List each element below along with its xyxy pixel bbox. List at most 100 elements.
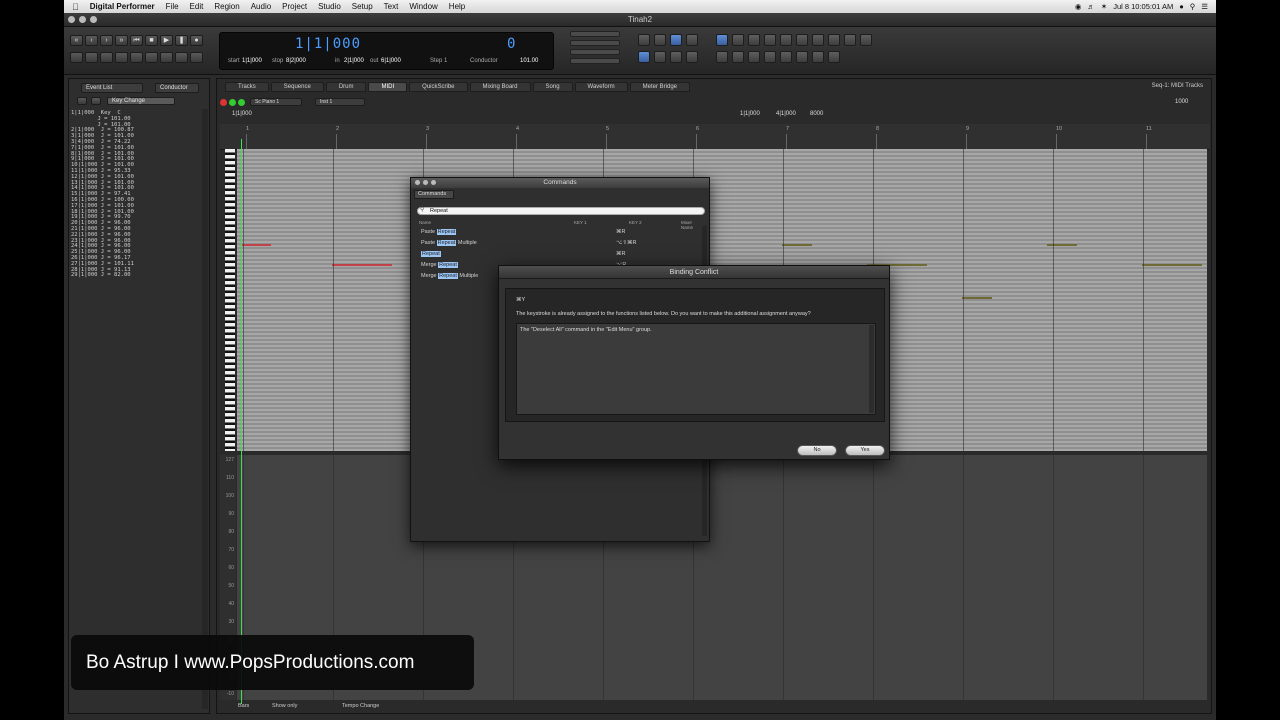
loop-icon[interactable] [686,34,698,46]
midi-note[interactable] [1142,264,1202,266]
tool-d-button[interactable] [115,52,128,63]
edit-mid2[interactable]: 4|1|000 [776,111,796,117]
record-enable-icon[interactable] [220,99,227,106]
lock-tool-icon[interactable] [716,51,728,63]
wave-icon[interactable] [686,51,698,63]
reshape-tool-icon[interactable] [812,34,824,46]
bottom-bars[interactable]: Bars [238,703,249,709]
bars-tool-icon[interactable] [748,51,760,63]
bluetooth-icon[interactable]: ✶ [1101,2,1107,11]
stop-button[interactable]: ■ [145,35,158,46]
command-key[interactable]: ⌘R [616,229,625,235]
command-row[interactable]: Repeat [421,250,441,259]
conflict-detail-box[interactable]: The "Deselect All" command in the "Edit … [516,323,876,415]
grid-icon[interactable] [654,51,666,63]
midi-note[interactable] [782,244,812,246]
midi-note[interactable] [962,297,992,299]
pointer-tool-icon[interactable] [716,34,728,46]
midi-note[interactable] [1047,244,1077,246]
menu-window[interactable]: Window [409,2,437,11]
event-list-scrollbar[interactable] [202,109,208,709]
header-key1[interactable]: KEY 1 [574,220,587,225]
tab-waveform[interactable]: Waveform [574,82,628,92]
user-icon[interactable]: ● [1179,2,1184,11]
menu-region[interactable]: Region [214,2,239,11]
mixer-tool-icon[interactable] [764,51,776,63]
mute-tool-icon[interactable] [764,34,776,46]
commands-tab[interactable]: Commands [414,190,454,199]
tab-midi[interactable]: MIDI [368,82,408,92]
tool-b-button[interactable] [85,52,98,63]
midi-note[interactable] [332,264,392,266]
edit-mid1[interactable]: 1|1|000 [740,111,760,117]
midi-note[interactable] [241,244,271,246]
tool-e-button[interactable] [130,52,143,63]
play-enable-icon[interactable] [229,99,236,106]
command-key[interactable]: ⌘R [616,251,625,257]
header-mixer-name[interactable]: Mixer Name [681,220,704,230]
zoom-tool-icon[interactable] [780,34,792,46]
detail-scrollbar[interactable] [869,325,874,413]
cmd-zoom-icon[interactable] [431,180,436,185]
record-button[interactable]: ● [190,35,203,46]
menu-project[interactable]: Project [282,2,307,11]
apple-icon[interactable]:  [72,2,79,12]
tab-quickscribe[interactable]: QuickScribe [409,82,468,92]
selector-3[interactable] [570,49,620,55]
volume-icon[interactable]: ♬ [1087,2,1095,11]
edit-start[interactable]: 1|1|000 [232,111,252,117]
spotlight-icon[interactable]: ⚲ [1190,2,1196,11]
trim-tool-icon[interactable] [844,34,856,46]
back-button[interactable]: ‹ [85,35,98,46]
event-list[interactable]: 1|1|000 Key C J = 101.00 J = 101.00 2|1|0… [71,110,199,279]
command-row[interactable]: Paste Repeat [421,228,457,237]
start-value[interactable]: 1|1|000 [242,58,262,64]
yes-button[interactable]: Yes [845,445,885,456]
command-row[interactable]: Merge Repeat [421,261,458,270]
commands-search-input[interactable]: ⚲ Repeat [417,207,705,215]
step-label[interactable]: Step 1 [430,58,447,64]
channel-select[interactable]: Inst 1 [315,98,365,106]
piano-keyboard[interactable] [225,149,235,451]
edit-mid3[interactable]: 8000 [810,111,823,117]
tool-i-button[interactable] [190,52,203,63]
cmd-minimize-icon[interactable] [423,180,428,185]
tab-drum[interactable]: Drum [325,82,367,92]
tab-meter-bridge[interactable]: Meter Bridge [629,82,691,92]
tab-song[interactable]: Song [532,82,573,92]
menu-studio[interactable]: Studio [318,2,341,11]
snap-icon[interactable] [670,51,682,63]
pencil-tool-icon[interactable] [732,34,744,46]
fast-forward-button[interactable]: » [115,35,128,46]
menu-setup[interactable]: Setup [352,2,373,11]
clock-icon[interactable] [654,34,666,46]
rewind-button[interactable]: « [70,35,83,46]
input-enable-icon[interactable] [238,99,245,106]
timeline-ruler[interactable]: 1 2 3 4 5 6 7 8 9 10 11 [220,124,1210,150]
command-row[interactable]: Paste Repeat Multiple [421,239,477,248]
cmd-close-icon[interactable] [415,180,420,185]
bottom-show-only[interactable]: Show only [272,703,297,709]
header-name[interactable]: Name [419,220,431,225]
selector-4[interactable] [570,58,620,64]
note-tool-icon[interactable] [796,51,808,63]
tool-f-button[interactable] [145,52,158,63]
pause-button[interactable]: ❚ [175,35,188,46]
menu-text[interactable]: Text [384,2,399,11]
tool-g-button[interactable] [160,52,173,63]
list-tool-icon[interactable] [780,51,792,63]
wifi-icon[interactable]: ◉ [1075,2,1082,11]
forward-button[interactable]: › [100,35,113,46]
wave-tool-icon[interactable] [828,51,840,63]
main-counter[interactable]: 1|1|000 0 start 1|1|000 stop 8|2|000 in … [219,32,554,70]
edit-icon[interactable] [638,51,650,63]
menu-app-name[interactable]: Digital Performer [90,2,155,11]
play-button[interactable]: ▶ [160,35,173,46]
event-row[interactable]: 29|1|000 J = 82.00 [71,273,199,279]
selector-1[interactable] [570,31,620,37]
command-key[interactable]: ⌥⇧⌘R [616,240,636,246]
command-row[interactable]: Merge Repeat Multiple [421,272,478,281]
tempo-value[interactable]: 101.00 [520,58,538,64]
list-icon[interactable]: ☰ [1201,2,1208,11]
record-tool-icon[interactable] [860,34,872,46]
